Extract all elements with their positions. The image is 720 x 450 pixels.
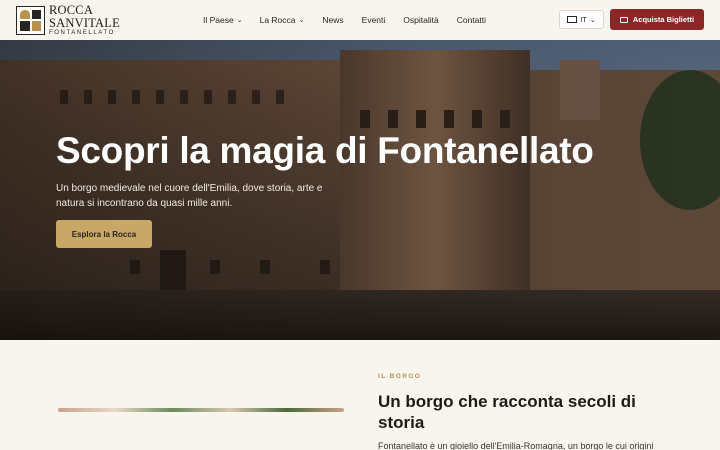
borgo-image <box>58 408 344 412</box>
chevron-down-icon: ⌄ <box>298 16 305 24</box>
chevron-down-icon: ⌄ <box>589 16 596 24</box>
logo-line-1: ROCCA <box>49 3 94 17</box>
section-eyebrow: IL BORGO <box>378 373 422 380</box>
hero-title: Scopri la magia di Fontanellato <box>56 130 594 171</box>
nav-item-label: News <box>322 15 344 25</box>
about-section: IL BORGO Un borgo che racconta secoli di… <box>0 340 720 450</box>
chevron-down-icon: ⌄ <box>236 16 243 24</box>
buy-tickets-label: Acquista Biglietti <box>632 15 695 24</box>
buy-tickets-button[interactable]: Acquista Biglietti <box>610 9 704 30</box>
language-selector[interactable]: IT ⌄ <box>559 10 604 29</box>
nav-item-news[interactable]: News <box>322 15 343 25</box>
logo[interactable]: ROCCA SANVITALE FONTANELLATO <box>16 4 136 36</box>
section-text: Fontanellato è un gioiello dell'Emilia-R… <box>378 441 654 450</box>
nav-item-contatti[interactable]: Contatti <box>457 15 486 25</box>
main-nav: Il Paese ⌄ La Rocca ⌄ News Eventi Ospita… <box>203 0 486 40</box>
castle-logo-icon <box>16 5 45 35</box>
nav-item-label: La Rocca <box>259 15 296 25</box>
nav-item-la-rocca[interactable]: La Rocca ⌄ <box>260 15 305 25</box>
nav-item-eventi[interactable]: Eventi <box>362 15 386 25</box>
nav-item-il-paese[interactable]: Il Paese ⌄ <box>203 15 243 25</box>
nav-item-label: Eventi <box>361 15 386 25</box>
section-title: Un borgo che racconta secoli di storia <box>378 392 636 432</box>
nav-item-ospitalita[interactable]: Ospitalità <box>403 15 438 25</box>
hero-description: Un borgo medievale nel cuore dell'Emilia… <box>56 183 323 209</box>
logo-line-2: SANVITALE <box>49 15 120 30</box>
logo-line-3: FONTANELLATO <box>49 30 115 36</box>
nav-item-label: Il Paese <box>203 15 234 25</box>
nav-item-label: Contatti <box>456 15 487 25</box>
language-code: IT <box>580 15 587 24</box>
explore-rocca-button[interactable]: Esplora la Rocca <box>56 220 152 248</box>
ticket-icon <box>619 16 628 23</box>
hero-section: Scopri la magia di Fontanellato Un borgo… <box>0 40 720 340</box>
nav-item-label: Ospitalità <box>403 15 439 25</box>
logo-wordmark: ROCCA SANVITALE FONTANELLATO <box>49 4 120 36</box>
flag-icon <box>567 16 578 23</box>
